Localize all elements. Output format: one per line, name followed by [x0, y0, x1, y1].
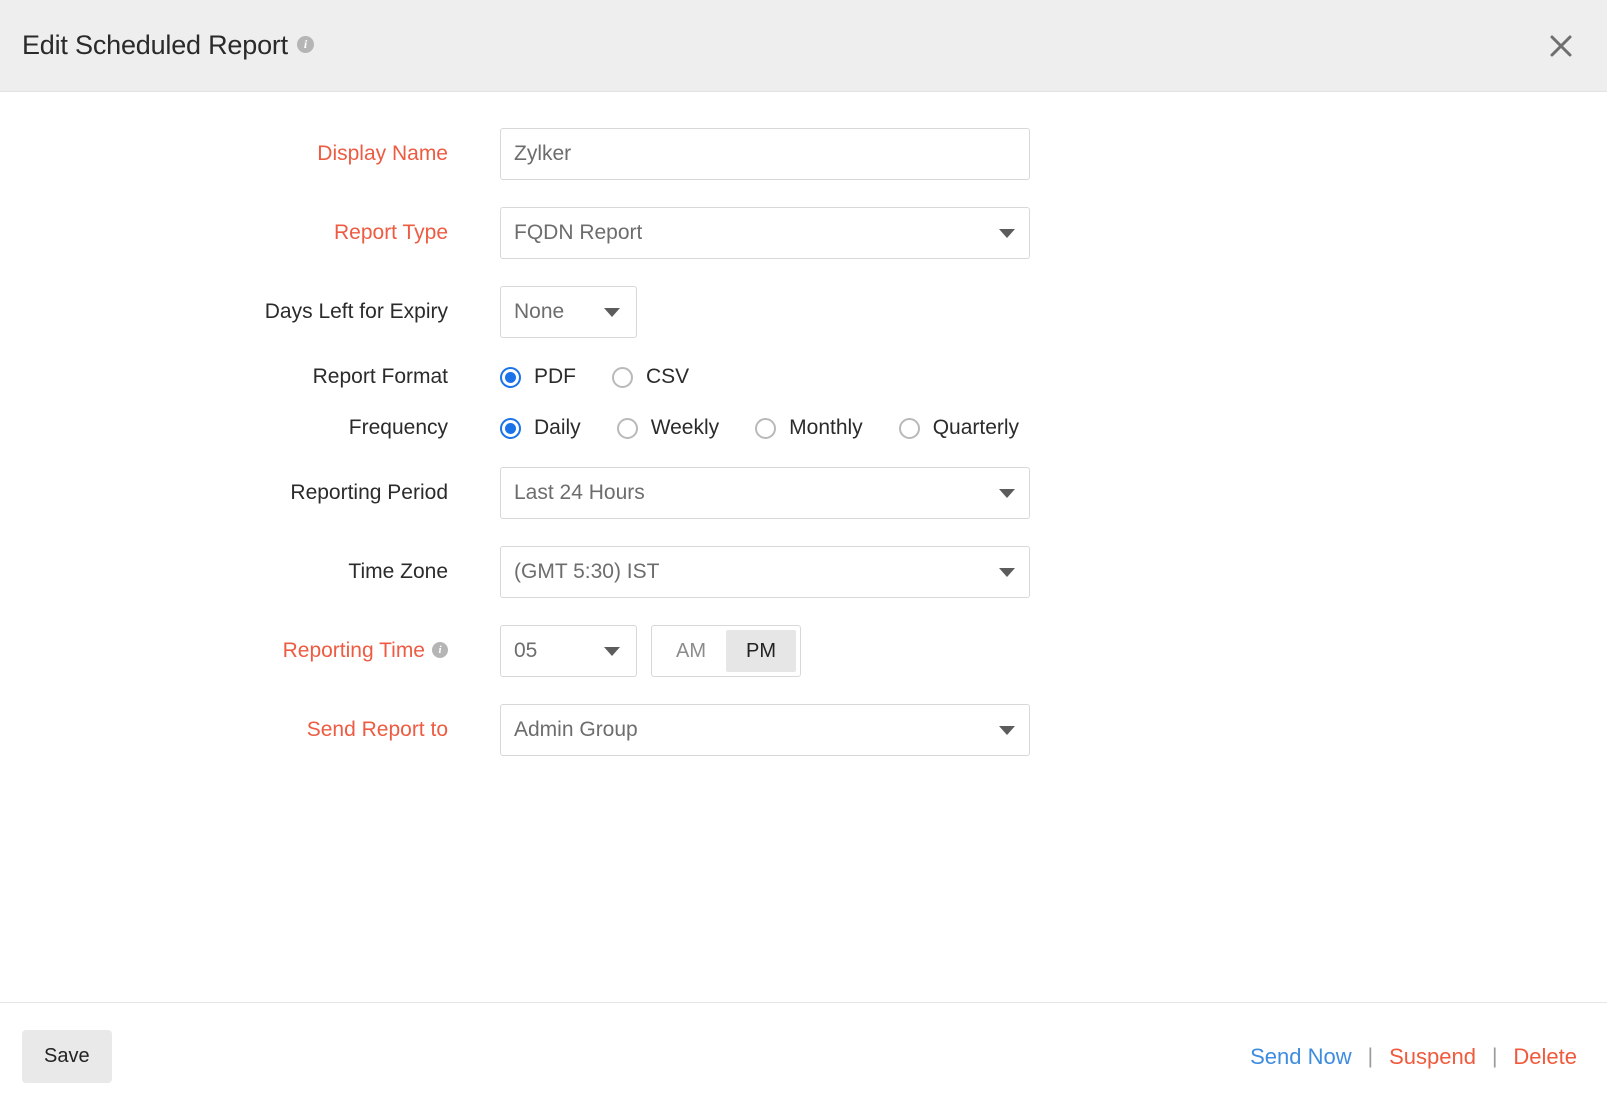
suspend-link[interactable]: Suspend [1389, 1044, 1476, 1070]
chevron-down-icon [999, 229, 1015, 238]
report-format-option-pdf[interactable]: PDF [500, 365, 576, 389]
reporting-time-hour-select[interactable]: 05 [500, 625, 637, 677]
report-type-value: FQDN Report [514, 221, 642, 245]
reporting-time-hour-value: 05 [514, 639, 537, 663]
report-format-option-csv[interactable]: CSV [612, 365, 689, 389]
footer-separator: | [1492, 1045, 1497, 1069]
report-type-select[interactable]: FQDN Report [500, 207, 1030, 259]
chevron-down-icon [999, 726, 1015, 735]
close-icon[interactable] [1541, 26, 1581, 66]
send-report-to-control: Admin Group [500, 704, 1030, 756]
frequency-control: Daily Weekly Monthly Quarterly [500, 416, 1019, 440]
form-row-report-format: Report Format PDF CSV [0, 365, 1607, 389]
report-format-control: PDF CSV [500, 365, 689, 389]
report-format-label: Report Format [0, 365, 500, 389]
radio-icon [899, 418, 920, 439]
reporting-period-value: Last 24 Hours [514, 481, 645, 505]
send-report-to-value: Admin Group [514, 718, 638, 742]
dialog-header: Edit Scheduled Report i [0, 0, 1607, 92]
edit-scheduled-report-dialog: Edit Scheduled Report i Display Name Repo… [0, 0, 1607, 1110]
meridiem-option-pm[interactable]: PM [726, 630, 796, 672]
chevron-down-icon [604, 647, 620, 656]
form-row-days-left-for-expiry: Days Left for Expiry None [0, 286, 1607, 338]
frequency-option-label: Monthly [789, 416, 863, 440]
report-format-option-label: CSV [646, 365, 689, 389]
reporting-period-select[interactable]: Last 24 Hours [500, 467, 1030, 519]
days-left-for-expiry-control: None [500, 286, 637, 338]
dialog-title-text: Edit Scheduled Report [22, 30, 288, 60]
frequency-label: Frequency [0, 416, 500, 440]
report-type-control: FQDN Report [500, 207, 1030, 259]
frequency-radio-group: Daily Weekly Monthly Quarterly [500, 416, 1019, 440]
form-row-report-type: Report Type FQDN Report [0, 207, 1607, 259]
form-row-display-name: Display Name [0, 128, 1607, 180]
radio-icon [617, 418, 638, 439]
days-left-for-expiry-value: None [514, 300, 564, 324]
footer-links: Send Now | Suspend | Delete [1250, 1044, 1577, 1070]
time-zone-control: (GMT 5:30) IST [500, 546, 1030, 598]
chevron-down-icon [999, 568, 1015, 577]
frequency-option-weekly[interactable]: Weekly [617, 416, 719, 440]
reporting-time-control: 05 AM PM [500, 625, 801, 677]
frequency-option-daily[interactable]: Daily [500, 416, 581, 440]
save-button[interactable]: Save [22, 1030, 112, 1083]
send-report-to-label: Send Report to [0, 718, 500, 742]
footer-separator: | [1368, 1045, 1373, 1069]
dialog-body: Display Name Report Type FQDN Report Day… [0, 92, 1607, 1002]
reporting-period-control: Last 24 Hours [500, 467, 1030, 519]
display-name-control [500, 128, 1030, 180]
frequency-option-label: Quarterly [933, 416, 1019, 440]
reporting-time-label-text: Reporting Time [283, 639, 425, 662]
radio-icon [500, 367, 521, 388]
frequency-option-quarterly[interactable]: Quarterly [899, 416, 1019, 440]
meridiem-option-am[interactable]: AM [656, 630, 726, 672]
reporting-period-label: Reporting Period [0, 481, 500, 505]
form-row-time-zone: Time Zone (GMT 5:30) IST [0, 546, 1607, 598]
radio-icon [612, 367, 633, 388]
report-format-option-label: PDF [534, 365, 576, 389]
frequency-option-monthly[interactable]: Monthly [755, 416, 863, 440]
frequency-option-label: Weekly [651, 416, 719, 440]
chevron-down-icon [999, 489, 1015, 498]
time-zone-label: Time Zone [0, 560, 500, 584]
info-icon[interactable]: i [432, 642, 448, 658]
meridiem-toggle: AM PM [651, 625, 801, 677]
delete-link[interactable]: Delete [1513, 1044, 1577, 1070]
days-left-for-expiry-select[interactable]: None [500, 286, 637, 338]
reporting-time-label: Reporting Time i [0, 639, 500, 663]
frequency-option-label: Daily [534, 416, 581, 440]
display-name-label: Display Name [0, 142, 500, 166]
form-row-reporting-period: Reporting Period Last 24 Hours [0, 467, 1607, 519]
info-icon[interactable]: i [297, 36, 314, 53]
send-now-link[interactable]: Send Now [1250, 1044, 1352, 1070]
report-format-radio-group: PDF CSV [500, 365, 689, 389]
radio-icon [755, 418, 776, 439]
form-row-send-report-to: Send Report to Admin Group [0, 704, 1607, 756]
time-zone-value: (GMT 5:30) IST [514, 560, 659, 584]
send-report-to-select[interactable]: Admin Group [500, 704, 1030, 756]
form-row-reporting-time: Reporting Time i 05 AM PM [0, 625, 1607, 677]
time-zone-select[interactable]: (GMT 5:30) IST [500, 546, 1030, 598]
days-left-for-expiry-label: Days Left for Expiry [0, 300, 500, 324]
form-row-frequency: Frequency Daily Weekly Monthly [0, 416, 1607, 440]
radio-icon [500, 418, 521, 439]
chevron-down-icon [604, 308, 620, 317]
display-name-input[interactable] [500, 128, 1030, 180]
page-title: Edit Scheduled Report i [22, 30, 314, 61]
dialog-footer: Save Send Now | Suspend | Delete [0, 1002, 1607, 1110]
report-type-label: Report Type [0, 221, 500, 245]
